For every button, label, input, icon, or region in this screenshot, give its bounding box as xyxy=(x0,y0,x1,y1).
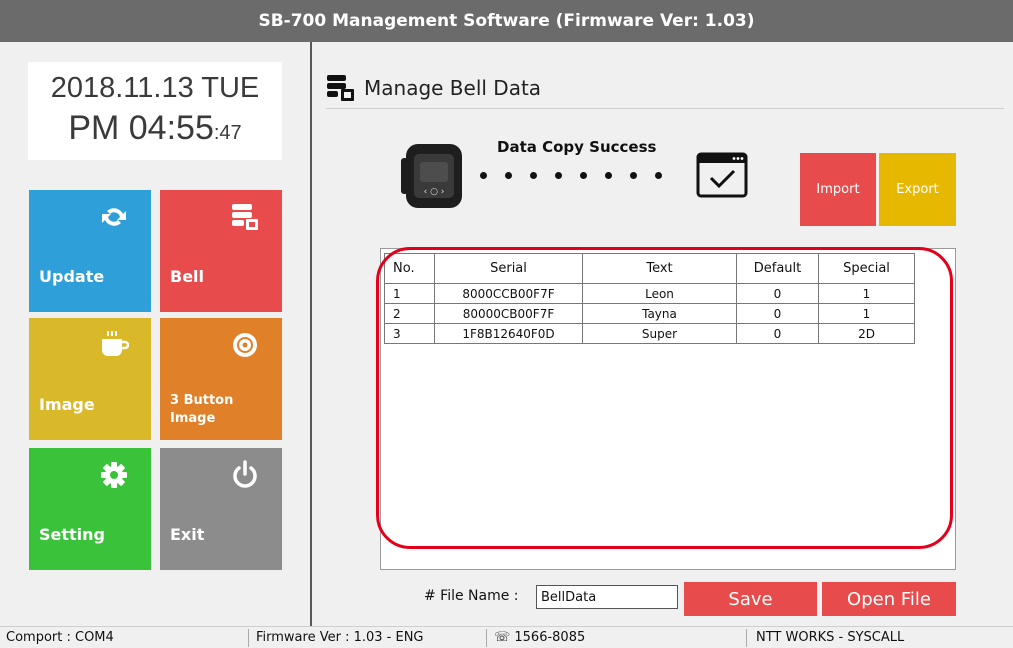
progress-dot xyxy=(530,172,537,179)
export-button[interactable]: Export xyxy=(879,153,956,226)
bell-data-table-container[interactable]: No. Serial Text Default Special 1 8000CC… xyxy=(380,248,956,570)
cell-no: 3 xyxy=(384,323,435,344)
cell-no: 2 xyxy=(384,303,435,324)
gear-icon xyxy=(101,462,127,488)
food-icon xyxy=(233,333,257,357)
column-header-no[interactable]: No. xyxy=(384,253,435,284)
progress-dot xyxy=(555,172,562,179)
progress-dot xyxy=(630,172,637,179)
title-bar: SB-700 Management Software (Firmware Ver… xyxy=(0,0,1013,42)
cell-text: Leon xyxy=(582,283,737,304)
cell-default: 0 xyxy=(736,283,819,304)
file-name-label: # File Name : xyxy=(424,588,519,604)
status-comport: Comport : COM4 xyxy=(6,630,114,645)
three-button-image-tile-label: 3 Button Image xyxy=(170,392,233,428)
table-row[interactable]: 3 1F8B12640F0D Super 0 2D xyxy=(384,323,915,344)
svg-text:‹ ○ ›: ‹ ○ › xyxy=(424,187,445,197)
database-icon xyxy=(232,204,258,230)
bell-data-table: No. Serial Text Default Special 1 8000CC… xyxy=(384,253,915,344)
cell-no: 1 xyxy=(384,283,435,304)
section-title: Manage Bell Data xyxy=(364,76,542,100)
bell-tile-button[interactable]: Bell xyxy=(160,190,282,312)
cell-serial: 80000CB00F7F xyxy=(434,303,583,324)
database-icon xyxy=(327,75,354,101)
status-company: NTT WORKS - SYSCALL xyxy=(756,630,905,645)
clock-display: 2018.11.13 TUE PM 04:55:47 xyxy=(28,62,282,160)
file-name-input[interactable] xyxy=(536,585,678,609)
coffee-cup-icon xyxy=(102,331,129,356)
power-icon xyxy=(233,460,257,488)
progress-dot xyxy=(605,172,612,179)
panel-divider xyxy=(310,42,312,626)
three-button-image-label-line1: 3 Button xyxy=(170,393,234,408)
table-header-row: No. Serial Text Default Special xyxy=(384,253,915,284)
open-file-button[interactable]: Open File xyxy=(822,582,956,616)
progress-dot xyxy=(580,172,587,179)
status-separator xyxy=(486,629,487,647)
column-header-serial[interactable]: Serial xyxy=(434,253,583,284)
cell-serial: 1F8B12640F0D xyxy=(434,323,583,344)
bell-tile-label: Bell xyxy=(170,267,205,286)
update-tile-label: Update xyxy=(39,267,105,286)
window-title: SB-700 Management Software (Firmware Ver… xyxy=(258,11,755,31)
update-tile-button[interactable]: Update xyxy=(29,190,151,312)
exit-tile-label: Exit xyxy=(170,525,205,544)
progress-dot xyxy=(505,172,512,179)
refresh-icon xyxy=(102,208,126,226)
table-row[interactable]: 1 8000CCB00F7F Leon 0 1 xyxy=(384,283,915,304)
save-button[interactable]: Save xyxy=(684,582,817,616)
setting-tile-label: Setting xyxy=(39,525,105,544)
transfer-progress-dots xyxy=(480,172,662,179)
cell-default: 0 xyxy=(736,303,819,324)
column-header-text[interactable]: Text xyxy=(582,253,737,284)
status-separator xyxy=(248,629,249,647)
cell-special: 1 xyxy=(818,303,915,324)
three-button-image-label-line2: Image xyxy=(170,411,216,426)
cell-text: Tayna xyxy=(582,303,737,324)
clock-date: 2018.11.13 TUE xyxy=(50,72,260,104)
exit-tile-button[interactable]: Exit xyxy=(160,448,282,570)
cell-text: Super xyxy=(582,323,737,344)
section-divider xyxy=(326,108,1004,109)
status-phone: ☏ 1566-8085 xyxy=(494,630,586,645)
cell-special: 1 xyxy=(818,283,915,304)
three-button-image-tile-button[interactable]: 3 Button Image xyxy=(160,318,282,440)
setting-tile-button[interactable]: Setting xyxy=(29,448,151,570)
image-tile-button[interactable]: Image xyxy=(29,318,151,440)
progress-dot xyxy=(655,172,662,179)
table-row[interactable]: 2 80000CB00F7F Tayna 0 1 xyxy=(384,303,915,324)
import-button[interactable]: Import xyxy=(800,153,876,226)
column-header-default[interactable]: Default xyxy=(736,253,819,284)
clock-hours-minutes: PM 04:55 xyxy=(68,109,214,147)
progress-dot xyxy=(480,172,487,179)
image-tile-label: Image xyxy=(39,395,95,414)
column-header-special[interactable]: Special xyxy=(818,253,915,284)
clock-seconds: :47 xyxy=(213,122,242,144)
section-header: Manage Bell Data xyxy=(326,74,541,102)
pager-device-icon: ‹ ○ › xyxy=(401,144,462,208)
cell-default: 0 xyxy=(736,323,819,344)
window-check-icon xyxy=(696,152,748,198)
status-firmware: Firmware Ver : 1.03 - ENG xyxy=(256,630,424,645)
transfer-status-text: Data Copy Success xyxy=(497,138,657,156)
cell-serial: 8000CCB00F7F xyxy=(434,283,583,304)
cell-special: 2D xyxy=(818,323,915,344)
status-separator xyxy=(746,629,747,647)
status-bar: Comport : COM4 Firmware Ver : 1.03 - ENG… xyxy=(0,626,1013,648)
clock-time: PM 04:55:47 xyxy=(28,109,282,148)
